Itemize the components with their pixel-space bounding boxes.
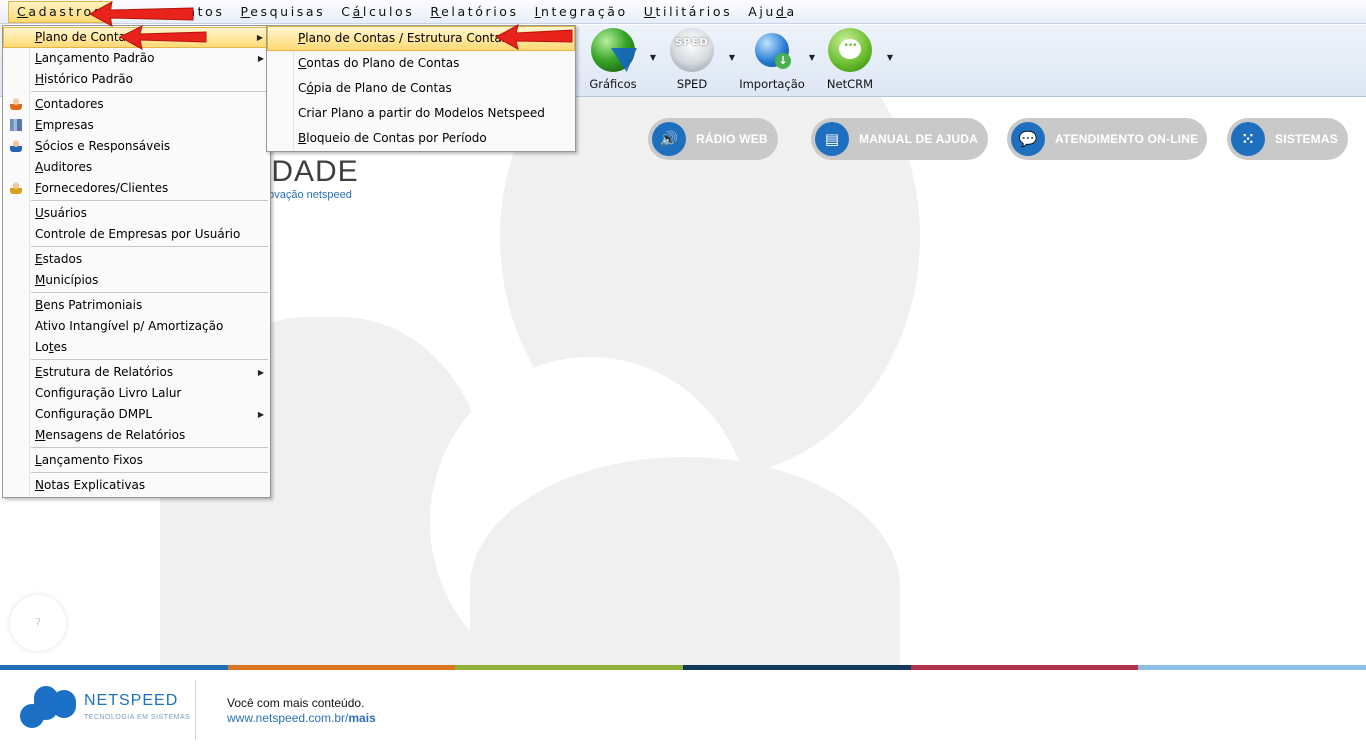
menu-item-lancamento-fixos[interactable]: Lançamento Fixos — [3, 450, 270, 471]
menu-item-contas-do-plano-de-contas[interactable]: Contas do Plano de Contas — [267, 51, 575, 76]
brand-tagline: TECNOLOGIA EM SISTEMAS — [84, 714, 191, 721]
sistemas-button[interactable]: ⁙ SISTEMAS — [1227, 118, 1348, 160]
menu-integracao[interactable]: Integração — [527, 1, 636, 23]
menu-item-socios-e-responsaveis[interactable]: Sócios e Responsáveis — [3, 136, 270, 157]
book-icon: ▤ — [815, 122, 849, 156]
red-arrow-annotation — [494, 24, 573, 50]
menu-item-municipios[interactable]: Municípios — [3, 270, 270, 291]
dropdown-arrow-icon[interactable]: ▼ — [650, 53, 656, 62]
menu-item-controle-de-empresas-por-usuario[interactable]: Controle de Empresas por Usuário — [3, 224, 270, 245]
menu-item-usuarios[interactable]: Usuários — [3, 203, 270, 224]
netspeed-logo-icon — [20, 686, 78, 730]
toolbar-netcrm-button[interactable]: NetCRM ▼ — [815, 25, 893, 97]
menu-item-empresas[interactable]: Empresas — [3, 115, 270, 136]
menu-item-criar-plano-a-partir-do-modelos-netspeed[interactable]: Criar Plano a partir do Modelos Netspeed — [267, 101, 575, 126]
menu-calculos[interactable]: Cálculos — [333, 1, 422, 23]
red-arrow-annotation — [118, 25, 207, 50]
menu-item-ativo-intangivel-p-amortizacao[interactable]: Ativo Intangível p/ Amortização — [3, 316, 270, 337]
menu-bar: Cadastros amentos Pesquisas Cálculos Rel… — [0, 0, 1366, 24]
chart-globe-icon — [591, 28, 635, 72]
submenu-arrow-icon: ▶ — [257, 410, 264, 419]
toolbar-graficos-button[interactable]: Gráficos ▼ — [578, 25, 656, 97]
import-globe-icon — [755, 33, 791, 69]
cadastros-dropdown-menu: Plano de Contas ▶ Lançamento Padrão ▶ Histór… — [2, 25, 271, 498]
dropdown-arrow-icon[interactable]: ▼ — [887, 53, 893, 62]
application-window: Cadastros amentos Pesquisas Cálculos Rel… — [0, 0, 1366, 747]
logo-text: IDADE — [262, 155, 359, 188]
menu-item-estados[interactable]: Estados — [3, 249, 270, 270]
building-icon — [10, 119, 22, 131]
person-yellow-icon — [10, 182, 22, 194]
menu-utilitarios[interactable]: Utilitários — [636, 1, 740, 23]
menu-item-copia-de-plano-de-contas[interactable]: Cópia de Plano de Contas — [267, 76, 575, 101]
sped-icon: SPED — [670, 28, 714, 72]
speaker-icon: 🔊 — [652, 122, 686, 156]
menu-item-lotes[interactable]: Lotes — [3, 337, 270, 358]
submenu-arrow-icon: ▶ — [257, 54, 264, 63]
brand-name: NETSPEED — [84, 692, 179, 709]
menu-ajuda[interactable]: Ajuda — [740, 1, 805, 23]
menu-item-historico-padrao[interactable]: Histórico Padrão — [3, 69, 270, 90]
atendimento-online-button[interactable]: 💬 ATENDIMENTO ON-LINE — [1007, 118, 1207, 160]
menu-item-bens-patrimoniais[interactable]: Bens Patrimoniais — [3, 295, 270, 316]
footer-divider — [195, 680, 196, 740]
submenu-arrow-icon: ▶ — [257, 368, 264, 377]
radio-web-button[interactable]: 🔊 RÁDIO WEB — [648, 118, 778, 160]
submenu-arrow-icon: ▶ — [256, 33, 263, 42]
menu-pesquisas[interactable]: Pesquisas — [233, 1, 334, 23]
chat-icon: 💬 — [1011, 122, 1045, 156]
menu-item-configuracao-dmpl[interactable]: Configuração DMPL ▶ — [3, 404, 270, 425]
menu-item-bloqueio-de-contas-por-periodo[interactable]: Bloqueio de Contas por Período — [267, 126, 575, 151]
grid-icon: ⁙ — [1231, 122, 1265, 156]
menu-item-estrutura-de-relatorios[interactable]: Estrutura de Relatórios ▶ — [3, 362, 270, 383]
manual-de-ajuda-button[interactable]: ▤ MANUAL DE AJUDA — [811, 118, 988, 160]
menu-item-contadores[interactable]: Contadores — [3, 94, 270, 115]
footer: NETSPEED TECNOLOGIA EM SISTEMAS Você com… — [0, 670, 1366, 747]
chat-bubble-icon — [828, 28, 872, 72]
menu-item-auditores[interactable]: Auditores — [3, 157, 270, 178]
footer-message: Você com mais conteúdo. — [227, 696, 365, 710]
person-icon — [10, 98, 22, 110]
toolbar-sped-button[interactable]: SPED SPED ▼ — [657, 25, 735, 97]
menu-item-configuracao-livro-lalur[interactable]: Configuração Livro Lalur — [3, 383, 270, 404]
menu-item-notas-explicativas[interactable]: Notas Explicativas — [3, 475, 270, 496]
toolbar-importacao-button[interactable]: Importação ▼ — [737, 25, 815, 97]
menu-item-mensagens-de-relatorios[interactable]: Mensagens de Relatórios — [3, 425, 270, 446]
footer-link[interactable]: www.netspeed.com.br/mais — [227, 711, 376, 725]
person-blue-icon — [10, 140, 22, 152]
logo-subtitle: novação netspeed — [262, 189, 352, 201]
help-bubble-button[interactable]: ? — [10, 595, 66, 651]
dropdown-arrow-icon[interactable]: ▼ — [729, 53, 735, 62]
menu-relatorios[interactable]: Relatórios — [422, 1, 526, 23]
menu-item-fornecedores-clientes[interactable]: Fornecedores/Clientes — [3, 178, 270, 199]
